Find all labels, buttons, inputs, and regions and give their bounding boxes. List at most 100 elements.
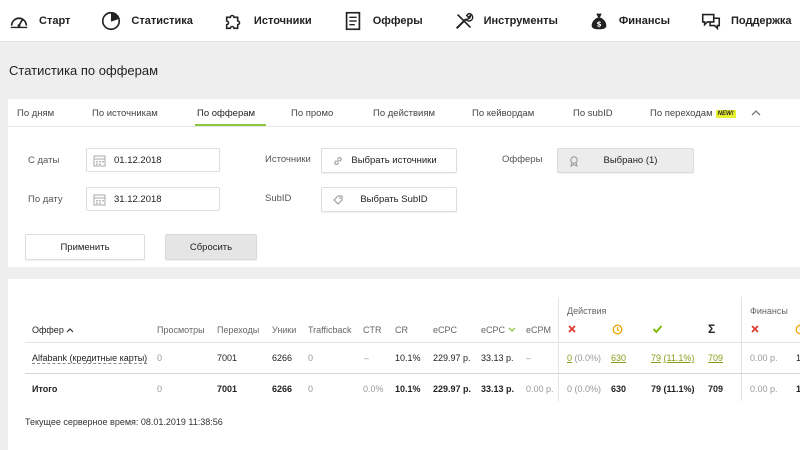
col-header-offer-label: Оффер	[32, 325, 64, 335]
reset-button[interactable]: Сбросить	[165, 234, 257, 260]
total-cr: 10.1%	[395, 384, 421, 394]
finance-pending-clock-icon[interactable]	[795, 324, 800, 335]
cell-views: 0	[157, 353, 163, 363]
cell-fin-pending: 1 4	[796, 353, 800, 363]
sum-header[interactable]: Σ	[708, 322, 715, 336]
nav-label-offers: Офферы	[372, 14, 423, 27]
stats-table: Действия Финансы Оффер Просмотры Переход…	[8, 279, 800, 450]
total-ecpc: 229.97 р.	[433, 384, 472, 394]
sources-label: Источники	[265, 154, 311, 165]
total-fin-rejected: 0.00 р.	[750, 384, 778, 394]
total-trafficback: 0	[308, 384, 314, 394]
chat-bubbles-icon	[701, 13, 721, 30]
col-header-trafficback[interactable]: Trafficback	[308, 325, 352, 335]
total-clicks: 7001	[217, 384, 238, 394]
col-header-clicks[interactable]: Переходы	[217, 325, 259, 335]
cell-clicks: 7001	[217, 353, 238, 363]
total-approved: 79 (11.1%)	[651, 384, 695, 394]
nav-item-finance[interactable]: $ Финансы	[588, 0, 670, 42]
total-link[interactable]: 709	[708, 353, 723, 363]
nav-label-statistics: Статистика	[131, 14, 193, 27]
puzzle-icon	[225, 14, 241, 29]
tab-by-sources[interactable]: По источникам	[92, 108, 158, 119]
rejected-icon[interactable]	[567, 324, 577, 334]
date-from-input[interactable]: 01.12.2018	[86, 148, 220, 172]
nav-label-start: Старт	[39, 14, 71, 27]
finance-rejected-icon[interactable]	[750, 324, 760, 334]
filter-panel: По дням По источникам По офферам По пром…	[8, 99, 800, 267]
total-sum: 709	[708, 384, 724, 394]
nav-item-start[interactable]: Старт	[8, 0, 70, 42]
top-navigation: Старт Статистика Источники Офферы Инстру…	[0, 0, 800, 42]
nav-label-sources: Источники	[253, 14, 312, 27]
calendar-icon	[93, 194, 106, 205]
col-header-offer[interactable]: Оффер	[32, 325, 74, 335]
speedometer-icon	[10, 16, 28, 28]
col-header-ecpm[interactable]: eCPM	[526, 325, 551, 335]
tab-by-actions[interactable]: По действиям	[373, 108, 435, 119]
approved-check-icon[interactable]	[652, 324, 663, 334]
cell-trafficback: 0	[308, 353, 314, 363]
page-title: Статистика по офферам	[9, 63, 159, 78]
nav-item-statistics[interactable]: Статистика	[100, 0, 193, 42]
document-icon	[345, 11, 360, 30]
cell-ecpm: –	[526, 353, 532, 363]
col-header-ecpc[interactable]: eCPC	[433, 325, 457, 335]
select-offers-button[interactable]: Выбрано (1)	[557, 148, 694, 173]
total-label: Итого	[32, 384, 58, 394]
nav-item-sources[interactable]: Источники	[223, 0, 312, 42]
total-divider	[25, 373, 800, 374]
select-subid-label: Выбрать SubID	[360, 194, 428, 205]
approved-percent[interactable]: (11.1%)	[664, 353, 695, 363]
link-icon	[334, 156, 342, 165]
select-sources-button[interactable]: Выбрать источники	[321, 148, 457, 173]
apply-button[interactable]: Применить	[25, 234, 145, 260]
col-header-ctr[interactable]: CTR	[363, 325, 382, 335]
cell-approved: 79 (11.1%)	[651, 353, 694, 363]
header-divider	[25, 342, 800, 343]
tab-by-promo[interactable]: По промо	[291, 108, 333, 119]
nav-item-offers[interactable]: Офферы	[342, 0, 423, 42]
group-divider	[558, 297, 559, 401]
cell-total: 709	[708, 353, 723, 363]
cell-pending: 630	[611, 353, 626, 363]
group-actions-header: Действия	[567, 306, 607, 316]
tab-by-offers[interactable]: По офферам	[197, 108, 255, 119]
col-header-cr[interactable]: CR	[395, 325, 408, 335]
tools-icon	[455, 12, 473, 29]
money-bag-icon: $	[591, 13, 607, 29]
nav-label-tools: Инструменты	[483, 14, 558, 27]
total-uniques: 6266	[272, 384, 293, 394]
total-pending: 630	[611, 384, 627, 394]
tab-by-days[interactable]: По дням	[17, 108, 54, 119]
server-time: Текущее серверное время: 08.01.2019 11:3…	[25, 417, 223, 427]
cell-ecpc: 229.97 р.	[433, 353, 471, 363]
select-subid-button[interactable]: Выбрать SubID	[321, 187, 457, 212]
tab-by-transitions[interactable]: По переходам NEW!	[650, 108, 736, 119]
offers-label: Офферы	[502, 154, 543, 165]
chevron-up-icon[interactable]	[750, 108, 762, 118]
svg-text:$: $	[596, 19, 601, 28]
award-icon	[570, 155, 578, 167]
rejected-percent: (0.0%)	[574, 353, 602, 363]
date-to-label: По дату	[28, 194, 63, 205]
col-header-ecpc-sorted[interactable]: eCPC	[481, 325, 516, 335]
total-rejected: 0 (0.0%)	[567, 384, 602, 394]
nav-item-support[interactable]: Поддержка	[700, 0, 792, 42]
date-to-input[interactable]: 31.12.2018	[86, 187, 220, 211]
col-header-views[interactable]: Просмотры	[157, 325, 205, 335]
tab-by-subid[interactable]: По subID	[573, 108, 613, 119]
approved-link[interactable]: 79	[651, 353, 661, 363]
pending-link[interactable]: 630	[611, 353, 626, 363]
tab-by-keywords[interactable]: По кейвордам	[472, 108, 534, 119]
chevron-down-icon	[508, 327, 515, 332]
active-tab-underline	[195, 124, 266, 126]
offer-link[interactable]: Alfabank (кредитные карты)	[32, 353, 148, 364]
nav-item-tools[interactable]: Инструменты	[453, 0, 558, 42]
total-views: 0	[157, 384, 163, 394]
pending-clock-icon[interactable]	[612, 324, 623, 335]
rejected-link[interactable]: 0	[567, 353, 572, 363]
nav-label-finance: Финансы	[618, 14, 670, 27]
col-header-uniques[interactable]: Уники	[272, 325, 296, 335]
total-ctr: 0.0%	[363, 384, 384, 394]
